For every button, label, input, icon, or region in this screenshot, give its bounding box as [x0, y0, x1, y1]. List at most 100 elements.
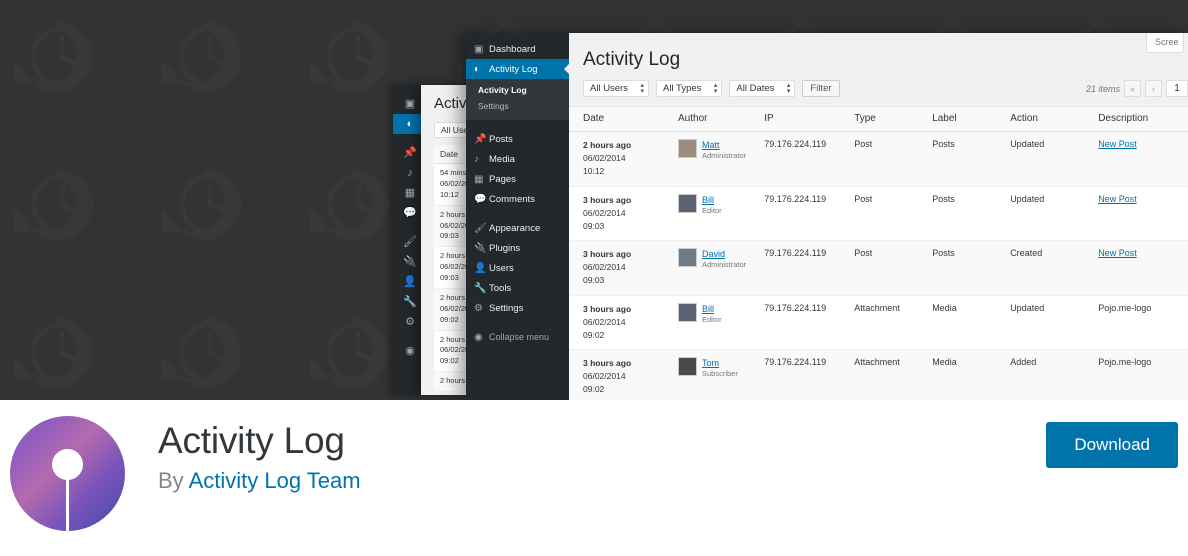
sidebar-item-label: Tools — [489, 282, 512, 294]
sidebar-item-label: Comments — [489, 193, 535, 205]
cell-label: Posts — [918, 186, 997, 242]
screen-options-tab[interactable]: Scree — [1146, 33, 1184, 53]
date-filter-value: All Dates — [736, 83, 775, 94]
column-header-action[interactable]: Action — [996, 106, 1085, 132]
column-header-description[interactable]: Description — [1084, 106, 1188, 132]
sidebar-item-media[interactable]: ♪ Media — [466, 149, 569, 169]
first-page-button[interactable]: « — [1124, 80, 1141, 97]
sidebar-item-posts[interactable]: 📌 Posts — [466, 129, 569, 149]
description-link[interactable]: New Post — [1098, 248, 1137, 258]
sidebar-divider — [466, 120, 569, 129]
mid-date-time: 10:12 — [440, 189, 459, 199]
sidebar-item-settings[interactable]: ⚙ Settings — [466, 298, 569, 318]
prev-page-button[interactable]: ‹ — [1145, 80, 1162, 97]
cell-author: David Administrator — [664, 240, 751, 296]
pagination: 21 items « ‹ 1 — [1086, 80, 1188, 97]
author-name-link[interactable]: David — [702, 248, 746, 260]
date-absolute: 06/02/2014 — [583, 371, 626, 382]
date-absolute: 06/02/2014 — [583, 153, 626, 164]
author-meta: Bill Editor — [702, 303, 722, 325]
clock-history-icon: ◐ — [474, 63, 481, 75]
chevron-updown-icon: ▴ ▾ — [640, 82, 645, 95]
avatar — [678, 193, 697, 213]
sidebar-item-tools[interactable]: 🔧 Tools — [466, 278, 569, 298]
media-icon: ♪ — [474, 153, 479, 165]
plugin-title: Activity Log — [158, 420, 345, 461]
sidebar-item-dashboard[interactable]: ▣ Dashboard — [466, 39, 569, 59]
cell-description: Pojo.me-logo — [1084, 295, 1188, 351]
mid-date-time: 09:03 — [440, 231, 459, 241]
plugin-meta: Activity Log By Activity Log Team — [158, 420, 361, 494]
date-time: 09:03 — [583, 275, 605, 286]
cell-ip: 79.176.224.119 — [750, 240, 841, 296]
author-role: Administrator — [702, 151, 747, 161]
column-header-ip[interactable]: IP — [750, 106, 841, 132]
table-row[interactable]: 3 hours ago 06/02/2014 09:03 Bill Editor 79.1… — [569, 186, 1188, 242]
wp-admin-sidebar: ▣ Dashboard ◐ Activity Log Activity Log … — [466, 33, 570, 400]
plugin-author-link[interactable]: Activity Log Team — [189, 468, 361, 493]
collapse-icon: ◉ — [474, 331, 483, 343]
column-header-type[interactable]: Type — [840, 106, 919, 132]
description-link[interactable]: New Post — [1098, 139, 1137, 149]
author-cell: Tom Subscriber — [678, 357, 746, 379]
sidebar-divider — [466, 318, 569, 327]
sidebar-item-label: Posts — [489, 133, 513, 145]
cell-description: New Post — [1084, 240, 1188, 296]
sidebar-item-plugins[interactable]: 🔌 Plugins — [466, 238, 569, 258]
cell-type: Post — [840, 186, 919, 242]
submenu-item-settings[interactable]: Settings — [478, 99, 569, 115]
dashboard-icon: ▣ — [474, 43, 484, 55]
filter-button[interactable]: Filter — [802, 80, 840, 97]
sidebar-item-pages[interactable]: ▦ Pages — [466, 169, 569, 189]
sidebar-item-appearance[interactable]: 🖌 Appearance — [466, 218, 569, 238]
avatar — [678, 248, 697, 268]
column-header-author[interactable]: Author — [664, 106, 751, 132]
cell-type: Attachment — [840, 295, 919, 351]
cell-author: Bill Editor — [664, 186, 751, 242]
author-name-link[interactable]: Matt — [702, 139, 746, 151]
table-row[interactable]: 3 hours ago 06/02/2014 09:02 Tom Subscriber 7… — [569, 349, 1188, 400]
plug-icon: 🔌 — [474, 242, 487, 254]
cell-ip: 79.176.224.119 — [750, 186, 841, 242]
sidebar-item-users[interactable]: 👤 Users — [466, 258, 569, 278]
activity-log-table: Date Author IP Type Label Action Descrip… — [569, 106, 1188, 400]
pagination-count: 21 items — [1085, 83, 1120, 94]
pin-marker-icon — [52, 448, 83, 480]
date-relative: 3 hours ago — [583, 194, 632, 205]
type-filter-value: All Types — [663, 83, 702, 94]
author-name-link[interactable]: Tom — [702, 357, 738, 369]
author-role: Subscriber — [702, 369, 738, 379]
user-filter-value: All Users — [590, 83, 629, 94]
page-icon: ▦ — [474, 173, 484, 185]
cell-action: Updated — [996, 295, 1085, 351]
table-row[interactable]: 3 hours ago 06/02/2014 09:03 David Administr… — [569, 240, 1188, 296]
author-role: Editor — [702, 314, 722, 324]
sidebar-collapse-menu[interactable]: ◉ Collapse menu — [466, 327, 569, 347]
avatar — [678, 357, 697, 377]
user-filter-select[interactable]: All Users ▴ ▾ — [583, 80, 650, 97]
mid-date-time: 09:02 — [440, 314, 459, 324]
date-time: 10:12 — [583, 166, 605, 177]
current-page-input[interactable]: 1 — [1166, 80, 1188, 97]
download-button[interactable]: Download — [1046, 422, 1178, 468]
date-time: 09:03 — [583, 220, 605, 231]
cell-date: 3 hours ago 06/02/2014 09:02 — [569, 295, 664, 351]
type-filter-select[interactable]: All Types ▴ ▾ — [656, 80, 723, 97]
cell-ip: 79.176.224.119 — [750, 349, 841, 400]
column-header-date[interactable]: Date — [569, 106, 664, 132]
submenu-item-activity-log[interactable]: Activity Log — [478, 83, 569, 99]
date-filter-select[interactable]: All Dates ▴ ▾ — [729, 80, 796, 97]
author-name-link[interactable]: Bill — [702, 303, 722, 315]
description-link[interactable]: New Post — [1098, 194, 1137, 204]
sidebar-item-activity-log[interactable]: ◐ Activity Log — [466, 59, 570, 79]
table-row[interactable]: 2 hours ago 06/02/2014 10:12 Matt Administra… — [569, 131, 1188, 187]
cell-date: 3 hours ago 06/02/2014 09:02 — [569, 349, 664, 400]
filter-toolbar: All Users ▴ ▾ All Types ▴ ▾ All Dates ▴ ▾ F… — [569, 71, 1188, 97]
author-name-link[interactable]: Bill — [702, 194, 722, 206]
date-relative: 3 hours ago — [583, 358, 632, 369]
column-header-label[interactable]: Label — [918, 106, 997, 132]
sidebar-item-label: Plugins — [489, 242, 521, 254]
sidebar-item-comments[interactable]: 💬 Comments — [466, 189, 569, 209]
foreground-screenshot: ▣ Dashboard ◐ Activity Log Activity Log … — [466, 33, 1188, 400]
table-row[interactable]: 3 hours ago 06/02/2014 09:02 Bill Editor 79.1… — [569, 295, 1188, 351]
